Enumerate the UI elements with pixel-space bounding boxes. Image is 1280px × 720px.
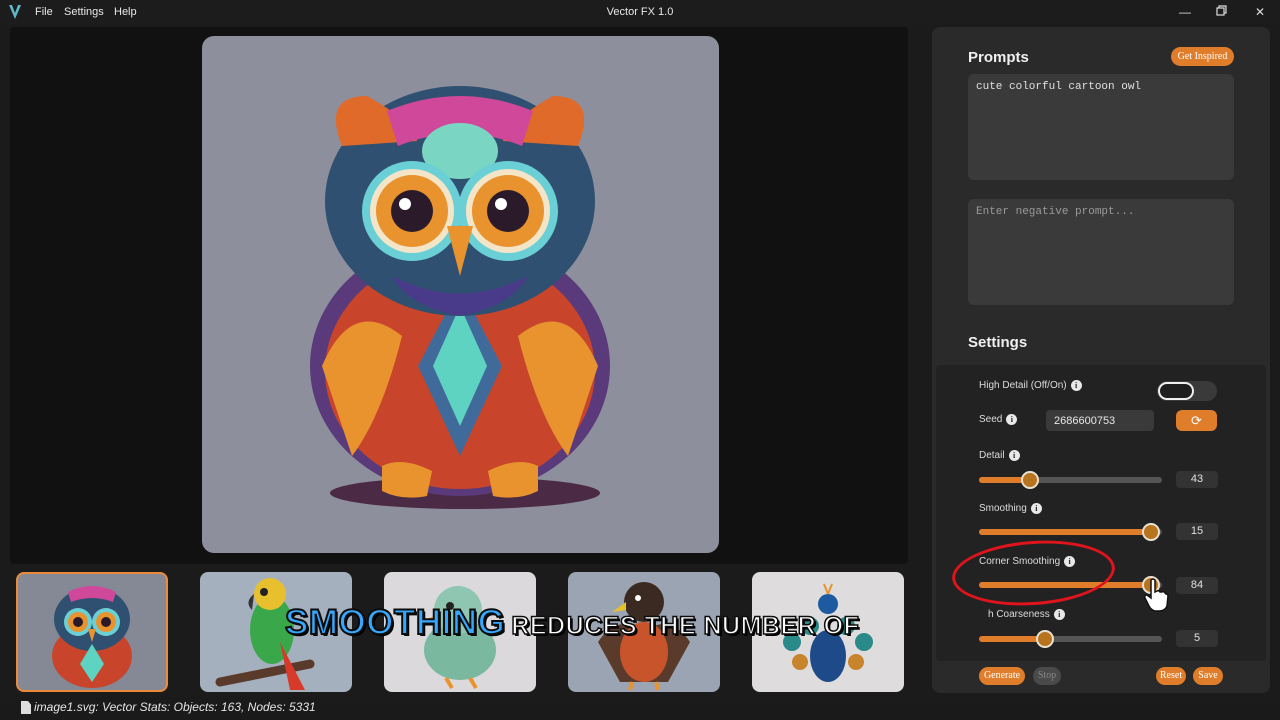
status-text: image1.svg: Vector Stats: Objects: 163, … <box>34 700 316 714</box>
caption-highlight: SMOOTHING <box>284 602 506 643</box>
smoothing-slider-track[interactable] <box>979 529 1162 535</box>
seed-input[interactable] <box>1046 410 1154 431</box>
file-icon <box>21 701 31 714</box>
prompt-input[interactable]: cute colorful cartoon owl <box>968 74 1234 180</box>
refresh-seed-button[interactable]: ⟳ <box>1176 410 1217 431</box>
negative-prompt-input[interactable] <box>968 199 1234 305</box>
info-icon[interactable]: i <box>1030 503 1042 514</box>
gallery-thumb-owl[interactable] <box>16 572 168 692</box>
minimize-icon[interactable]: — <box>1178 5 1192 19</box>
detail-value[interactable]: 43 <box>1176 471 1218 488</box>
save-button[interactable]: Save <box>1193 667 1223 685</box>
seed-label: Seed i <box>979 414 1018 425</box>
info-icon[interactable]: i <box>1008 450 1020 461</box>
coarseness-value[interactable]: 5 <box>1176 630 1218 647</box>
coarseness-label: h Coarseness i <box>988 609 1065 620</box>
info-icon[interactable]: i <box>1006 414 1018 425</box>
coarseness-slider-track[interactable] <box>979 636 1162 642</box>
owl-illustration <box>310 86 610 509</box>
smoothing-value[interactable]: 15 <box>1176 523 1218 540</box>
video-caption: SMOOTHING REDUCES THE NUMBER OF <box>284 602 860 643</box>
window-title: Vector FX 1.0 <box>606 6 674 18</box>
smoothing-slider-thumb[interactable] <box>1142 523 1161 541</box>
refresh-icon: ⟳ <box>1191 413 1202 428</box>
settings-heading: Settings <box>968 334 1028 351</box>
stop-button[interactable]: Stop <box>1033 667 1061 685</box>
prompts-heading: Prompts <box>968 49 1029 66</box>
reset-button[interactable]: Reset <box>1156 667 1186 685</box>
smoothing-label: Smoothing i <box>979 503 1042 514</box>
toggle-knob[interactable] <box>1158 382 1194 400</box>
vector-preview-image <box>202 36 719 553</box>
coarseness-slider-thumb[interactable] <box>1035 630 1054 648</box>
high-detail-label: High Detail (Off/On) i <box>979 380 1082 391</box>
info-icon[interactable]: i <box>1070 380 1082 391</box>
get-inspired-button[interactable]: Get Inspired <box>1171 47 1234 66</box>
caption-text: REDUCES THE NUMBER OF <box>511 611 860 641</box>
corner-smoothing-value[interactable]: 84 <box>1176 577 1218 594</box>
generate-button[interactable]: Generate <box>979 667 1025 685</box>
detail-slider-track[interactable] <box>979 477 1162 483</box>
info-icon[interactable]: i <box>1053 609 1065 620</box>
hand-cursor-icon <box>1144 578 1169 612</box>
close-icon[interactable]: ✕ <box>1253 5 1267 19</box>
title-bar: File Settings Help Vector FX 1.0 — ✕ <box>0 0 1280 25</box>
detail-label: Detail i <box>979 450 1020 461</box>
restore-icon[interactable] <box>1215 5 1229 19</box>
